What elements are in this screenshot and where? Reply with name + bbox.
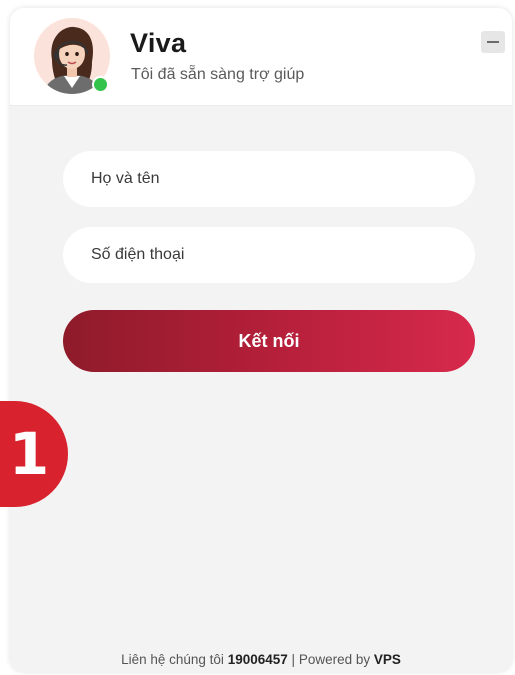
agent-name: Viva: [130, 28, 187, 58]
full-name-input[interactable]: [63, 151, 475, 207]
footer-powered-label: Powered by: [298, 652, 371, 667]
minus-icon: [487, 41, 499, 43]
agent-status-text: Tôi đã sẵn sàng trợ giúp: [131, 66, 305, 83]
footer-contact-label: Liên hệ chúng tôi: [121, 652, 224, 667]
footer-phone-number[interactable]: 19006457: [228, 652, 288, 667]
footer-brand: VPS: [373, 652, 401, 667]
phone-number-input[interactable]: [63, 227, 475, 283]
footer-separator: |: [291, 652, 296, 667]
chat-widget: Viva Tôi đã sẵn sàng trợ giúp Kết nối Li…: [10, 8, 512, 672]
connect-button[interactable]: Kết nối: [63, 310, 475, 372]
footer: Liên hệ chúng tôi 19006457 | Powered by …: [10, 652, 512, 667]
chat-header: Viva Tôi đã sẵn sàng trợ giúp: [10, 8, 512, 106]
online-status-indicator: [92, 76, 109, 93]
minimize-button[interactable]: [481, 31, 505, 53]
